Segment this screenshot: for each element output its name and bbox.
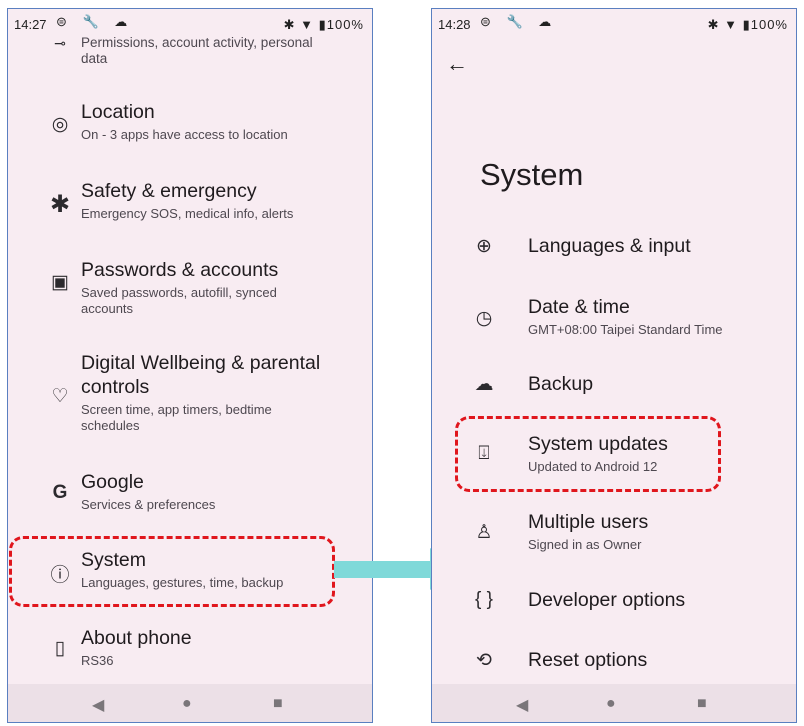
- highlight-system-updates-item: [455, 416, 721, 492]
- home-nav-icon[interactable]: ●: [182, 695, 192, 713]
- languages-title: Languages & input: [528, 235, 691, 257]
- settings-item-digital-wellbeing[interactable]: ♡ Digital Wellbeing & parental controls …: [8, 351, 372, 441]
- privacy-summary: Permissions, account activity, personal …: [81, 35, 313, 66]
- asterisk-icon: ✱: [49, 191, 71, 218]
- page-title: System: [480, 157, 584, 192]
- history-icon: ⟲: [476, 650, 492, 671]
- navigation-bar: ◀ ● ■: [8, 684, 372, 722]
- backup-title: Backup: [528, 373, 594, 395]
- passwords-summary: Saved passwords, autofill, synced accoun…: [81, 285, 277, 316]
- multiple-users-title: Multiple users: [528, 511, 649, 533]
- date-time-summary: GMT+08:00 Taipei Standard Time: [528, 322, 723, 337]
- wellbeing-title: Digital Wellbeing & parental controls: [81, 352, 321, 398]
- globe-icon: ⊕: [476, 236, 492, 257]
- settings-item-date-time[interactable]: ◷ Date & time GMT+08:00 Taipei Standard …: [432, 296, 796, 346]
- settings-item-privacy[interactable]: ⊸ Permissions, account activity, persona…: [8, 35, 372, 75]
- status-icons: ⊜ 🔧 ☁: [56, 14, 134, 29]
- status-bar: 14:27 ⊜ 🔧 ☁ ✱ ▼ ▮100%: [8, 9, 372, 35]
- developer-options-title: Developer options: [528, 589, 686, 611]
- location-icon: ◎: [51, 114, 69, 135]
- wellbeing-heart-icon: ♡: [51, 386, 69, 407]
- settings-item-languages[interactable]: ⊕ Languages & input: [432, 235, 796, 265]
- privacy-icon: ⊸: [54, 35, 66, 51]
- status-bar: 14:28 ⊜ 🔧 ☁ ✱ ▼ ▮100%: [432, 9, 796, 35]
- settings-item-backup[interactable]: ☁ Backup: [432, 373, 796, 403]
- status-right-icons: ✱ ▼ ▮100%: [283, 17, 364, 32]
- wellbeing-summary: Screen time, app timers, bedtime schedul…: [81, 402, 272, 433]
- recents-nav-icon[interactable]: ■: [273, 695, 283, 713]
- highlight-system-item: [9, 536, 335, 607]
- home-nav-icon[interactable]: ●: [606, 695, 616, 713]
- status-time: 14:27: [14, 17, 47, 32]
- back-arrow-icon[interactable]: ←: [446, 51, 468, 77]
- about-summary: RS36: [81, 653, 114, 668]
- reset-options-title: Reset options: [528, 649, 648, 671]
- cloud-upload-icon: ☁: [474, 374, 494, 395]
- safety-summary: Emergency SOS, medical info, alerts: [81, 206, 294, 221]
- right-phone-screen: 14:28 ⊜ 🔧 ☁ ✱ ▼ ▮100% ← System ⊕ Languag…: [431, 8, 797, 723]
- phone-info-icon: ▯: [54, 638, 66, 659]
- status-icons: ⊜ 🔧 ☁: [480, 14, 558, 29]
- person-icon: ♙: [475, 522, 493, 543]
- navigation-bar: ◀ ● ■: [432, 684, 796, 722]
- settings-item-reset-options[interactable]: ⟲ Reset options: [432, 649, 796, 679]
- google-icon: G: [52, 482, 68, 503]
- settings-item-about-phone[interactable]: ▯ About phone RS36: [8, 627, 372, 677]
- about-title: About phone: [81, 627, 192, 649]
- settings-item-location[interactable]: ◎ Location On - 3 apps have access to lo…: [8, 101, 372, 151]
- settings-item-multiple-users[interactable]: ♙ Multiple users Signed in as Owner: [432, 511, 796, 561]
- safety-title: Safety & emergency: [81, 180, 257, 202]
- back-nav-icon[interactable]: ◀: [92, 695, 104, 715]
- status-time: 14:28: [438, 17, 471, 32]
- code-braces-icon: { }: [475, 589, 493, 610]
- transition-arrow-body: [334, 561, 430, 578]
- left-phone-screen: 14:27 ⊜ 🔧 ☁ ✱ ▼ ▮100% ⊸ Permissions, acc…: [7, 8, 373, 723]
- location-title: Location: [81, 101, 155, 123]
- settings-item-passwords[interactable]: ▣ Passwords & accounts Saved passwords, …: [8, 259, 372, 319]
- settings-item-developer-options[interactable]: { } Developer options: [432, 589, 796, 619]
- location-summary: On - 3 apps have access to location: [81, 127, 288, 142]
- passwords-title: Passwords & accounts: [81, 259, 279, 281]
- settings-item-safety[interactable]: ✱ Safety & emergency Emergency SOS, medi…: [8, 180, 372, 230]
- account-box-icon: ▣: [51, 272, 69, 293]
- back-nav-icon[interactable]: ◀: [516, 695, 528, 715]
- clock-icon: ◷: [475, 308, 493, 329]
- date-time-title: Date & time: [528, 296, 630, 318]
- status-right-icons: ✱ ▼ ▮100%: [707, 17, 788, 32]
- settings-item-google[interactable]: G Google Services & preferences: [8, 471, 372, 521]
- multiple-users-summary: Signed in as Owner: [528, 537, 642, 552]
- google-title: Google: [81, 471, 144, 493]
- recents-nav-icon[interactable]: ■: [697, 695, 707, 713]
- google-summary: Services & preferences: [81, 497, 216, 512]
